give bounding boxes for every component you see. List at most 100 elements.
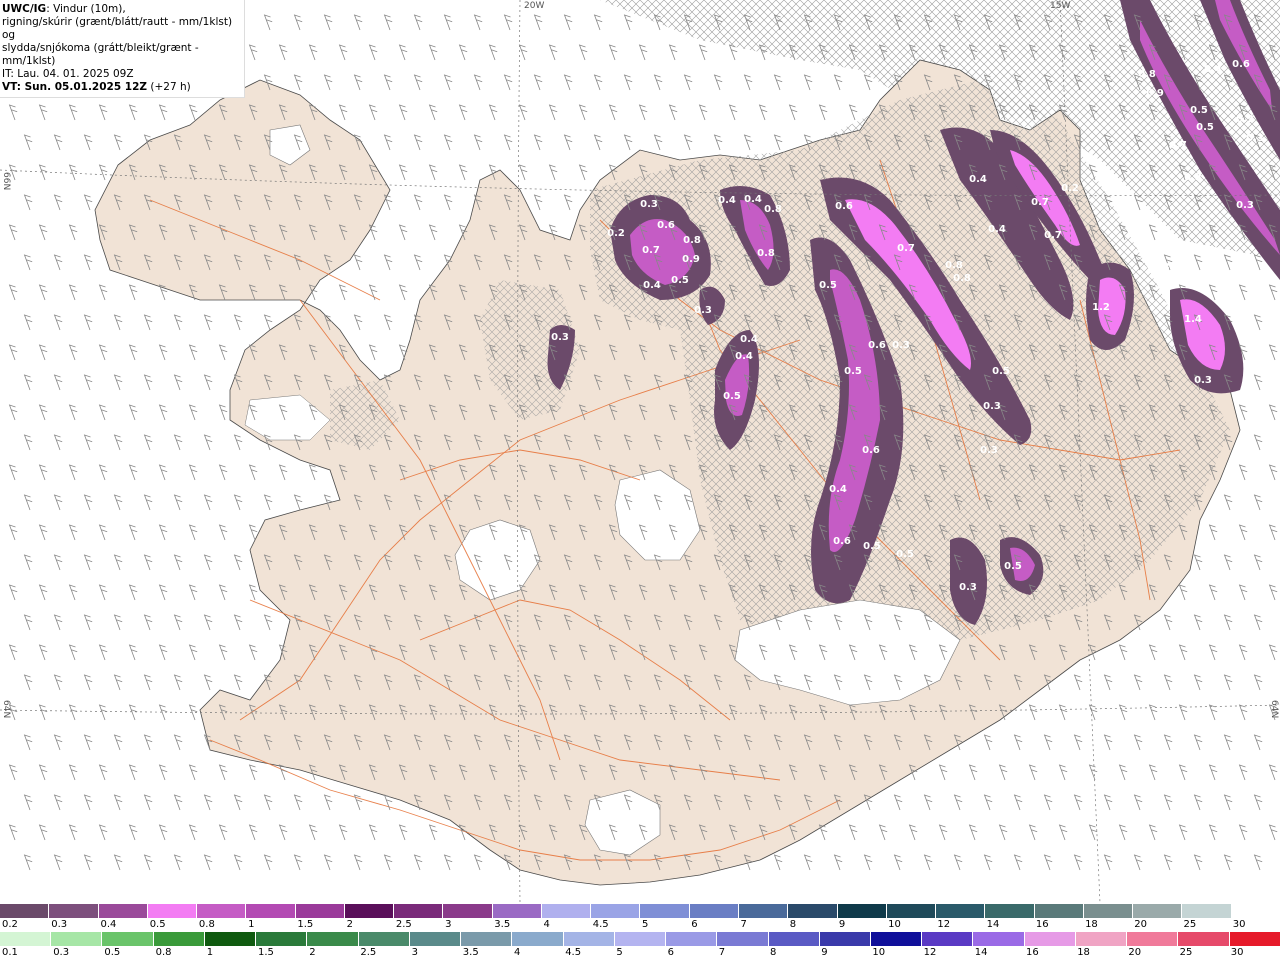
rain-scale-swatch	[512, 932, 564, 946]
rain-scale-label: 6	[667, 947, 674, 958]
rain-scale-swatch	[358, 932, 410, 946]
map-info-box: UWC/IG: Vindur (10m), rigning/skúrir (gr…	[0, 0, 245, 98]
precip-value-label: 0.5	[819, 280, 837, 291]
snow-scale-label: 16	[1035, 919, 1049, 930]
precip-value-label: 0.3	[1152, 262, 1170, 273]
info-init-time: IT: Lau. 04. 01. 2025 09Z	[2, 68, 134, 80]
precip-value-label: 0.5	[992, 366, 1010, 377]
precip-value-label: 0.4	[718, 195, 736, 206]
precip-value-label: 0.5	[1004, 561, 1022, 572]
rain-scale-label: 2	[309, 947, 316, 958]
precip-value-label: 0.4	[969, 174, 987, 185]
graticule-label-66n: 66N	[1, 172, 11, 190]
precip-value-label: 0.5	[671, 275, 689, 286]
precip-value-label: 0.3	[1194, 375, 1212, 386]
snow-scale-label: 25	[1183, 919, 1197, 930]
precip-value-label: 0.2	[1061, 183, 1079, 194]
precip-value-label: 0.6	[868, 340, 886, 351]
graticule-label-15w: 15W	[1050, 1, 1070, 11]
snow-scale-label: 7	[740, 919, 747, 930]
snow-scale-label: 9	[838, 919, 846, 930]
snow-scale-label: 12	[937, 919, 951, 930]
precip-value-label: 0.8	[945, 260, 963, 271]
precip-value-label: 0.7	[897, 243, 915, 254]
precip-value-label: 0.4	[643, 280, 661, 291]
snow-scale-label: 2	[346, 919, 353, 930]
snow-scale-label: 0.3	[51, 919, 68, 930]
snow-scale-label: 2.5	[395, 919, 412, 930]
snow-scale-swatch	[738, 904, 789, 918]
rain-scale-label: 20	[1128, 947, 1142, 958]
rain-scale-label: 25	[1179, 947, 1193, 958]
snow-scale-label: 14	[986, 919, 1000, 930]
snow-scale-swatch	[1231, 904, 1280, 918]
precip-value-label: 0.5	[1190, 105, 1208, 116]
snow-scale-swatch	[936, 904, 986, 918]
precip-value-label: 0.3	[1236, 114, 1254, 125]
precip-value-label: 0.8	[764, 204, 782, 215]
snow-scale-swatch	[1034, 904, 1084, 918]
precip-value-label: 0.3	[980, 445, 998, 456]
precip-value-label: 0.6	[835, 201, 853, 212]
precip-value-label: 0.7	[1031, 197, 1049, 208]
rain-scale-swatch	[1075, 932, 1128, 946]
snow-scale-swatch	[689, 904, 739, 918]
rain-scale-label: 8	[770, 947, 777, 958]
snow-scale-label: 1	[248, 919, 255, 930]
rain-scale-swatch	[0, 932, 52, 946]
snow-color-scale	[0, 904, 1280, 918]
precip-value-label: 0.4	[1254, 389, 1272, 400]
precip-value-label: 0.5	[844, 366, 862, 377]
snow-scale-swatch	[246, 904, 296, 918]
precip-value-label: 0.3	[892, 340, 910, 351]
snow-scale-swatch	[49, 904, 99, 918]
snow-scale-swatch	[0, 904, 50, 918]
precip-value-label: 0.5	[723, 391, 741, 402]
snow-scale-swatch	[837, 904, 887, 918]
rain-scale-swatch	[717, 932, 769, 946]
snow-scale-label: 6	[691, 919, 698, 930]
graticule-label-64n-left: 64N	[1, 700, 11, 718]
snow-scale-swatch	[640, 904, 690, 918]
rain-scale-label: 3.5	[462, 947, 479, 958]
rain-scale-swatch	[1229, 932, 1280, 946]
snow-scale-swatch	[1083, 904, 1134, 918]
precip-value-label: 0.5	[1196, 122, 1214, 133]
rain-scale-swatch	[870, 932, 923, 946]
rain-scale-label: 1	[206, 947, 214, 958]
rain-scale-label: 9	[821, 947, 828, 958]
snow-scale-swatch	[1133, 904, 1183, 918]
weather-map: 20W 15W 66N 64N 64N 0.2 0.3 0.6 0.7 0.8 0.9 0.…	[0, 0, 1280, 903]
precip-value-label: 0.3	[1124, 215, 1142, 226]
precip-value-label: 0.6	[657, 220, 675, 231]
snow-scale-label: 30	[1232, 919, 1246, 930]
snow-scale-label: 4.5	[592, 919, 609, 930]
precip-value-label: 1.2	[1092, 302, 1110, 313]
rain-color-scale	[0, 932, 1280, 946]
precip-value-label: 0.8	[757, 248, 775, 259]
rain-scale-swatch	[1127, 932, 1179, 946]
rain-scale-label: 7	[718, 947, 726, 958]
rain-scale-label: 3	[411, 947, 418, 958]
precip-value-label: 0.3	[983, 401, 1001, 412]
rain-scale-label: 0.3	[53, 947, 70, 958]
precip-value-label: 0.3	[640, 199, 658, 210]
rain-scale-labels: 0.1 0.3 0.5 0.8 1 1.5 2 2.5 3 3.5 4 4.5 5 6 7 8 9 10 12 14 1…	[0, 947, 1280, 959]
snow-scale-swatch	[1182, 904, 1232, 918]
snow-scale-swatch	[886, 904, 937, 918]
rain-scale-swatch	[409, 932, 462, 946]
rain-scale-swatch	[51, 932, 103, 946]
rain-scale-swatch	[461, 932, 513, 946]
rain-scale-label: 30	[1230, 947, 1244, 958]
rain-scale-label: 0.8	[155, 947, 172, 958]
snow-scale-label: 0.5	[149, 919, 166, 930]
precip-value-label: 0.3	[551, 332, 569, 343]
rain-scale-swatch	[614, 932, 667, 946]
rain-scale-label: 10	[872, 947, 886, 958]
rain-scale-swatch	[102, 932, 154, 946]
precip-value-label: 0.2	[607, 228, 625, 239]
model-name: UWC/IG	[2, 3, 47, 15]
precip-value-label: 0.3	[1236, 200, 1254, 211]
rain-scale-label: 16	[1026, 947, 1039, 958]
rain-scale-label: 18	[1077, 947, 1090, 958]
